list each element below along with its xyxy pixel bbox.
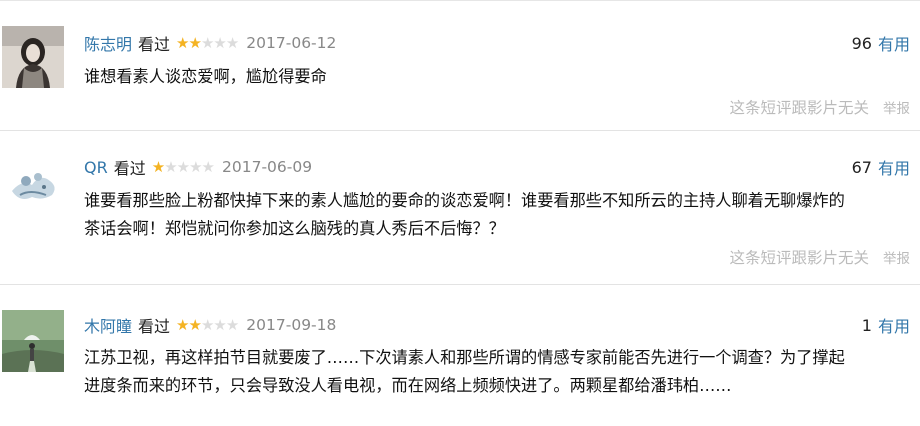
useful-votes: 96 有用 bbox=[852, 31, 910, 55]
avatar-image bbox=[2, 310, 64, 372]
comment-text: 谁要看那些脸上粉都快掉下来的素人尴尬的要命的谈恋爱啊！谁要看那些不知所云的主持人… bbox=[84, 187, 914, 243]
username-link[interactable]: 陈志明 bbox=[84, 31, 132, 55]
username-link[interactable]: QR bbox=[84, 158, 108, 177]
useful-count: 67 bbox=[851, 157, 872, 177]
useful-button[interactable]: 有用 bbox=[878, 313, 910, 337]
star-icon: ★ bbox=[176, 33, 189, 52]
star-icon: ★ bbox=[213, 33, 226, 52]
useful-votes: 1 有用 bbox=[862, 313, 910, 337]
useful-button[interactable]: 有用 bbox=[878, 31, 910, 55]
top-divider bbox=[0, 0, 920, 1]
useful-count: 96 bbox=[851, 33, 872, 53]
star-icon: ★ bbox=[189, 157, 202, 176]
comment-meta: QR 看过 ★ ★ ★ ★ ★ 2017-06-09 bbox=[84, 155, 312, 179]
watched-label: 看过 bbox=[113, 159, 146, 178]
star-icon: ★ bbox=[201, 157, 215, 176]
star-icon: ★ bbox=[151, 157, 165, 176]
comment-line: 谁要看那些脸上粉都快掉下来的素人尴尬的要命的谈恋爱啊！谁要看那些不知所云的主持人… bbox=[84, 191, 845, 210]
comment-line: 江苏卫视，再这样拍节目就要废了……下次请素人和那些所谓的情感专家前能否先进行一个… bbox=[84, 348, 845, 367]
rating-stars: ★ ★ ★ ★ ★ bbox=[176, 315, 239, 334]
comment-meta: 陈志明 看过 ★ ★ ★ ★ ★ 2017-06-12 bbox=[84, 31, 336, 55]
comment-divider bbox=[0, 284, 920, 285]
comment-text: 江苏卫视，再这样拍节目就要废了……下次请素人和那些所谓的情感专家前能否先进行一个… bbox=[84, 344, 914, 400]
star-icon: ★ bbox=[164, 157, 177, 176]
comment-actions: 这条短评跟影片无关 举报 bbox=[729, 246, 910, 268]
comment-actions: 这条短评跟影片无关 举报 bbox=[729, 96, 910, 118]
useful-button[interactable]: 有用 bbox=[878, 155, 910, 179]
star-icon: ★ bbox=[176, 315, 189, 334]
star-icon: ★ bbox=[188, 315, 201, 334]
avatar-image bbox=[2, 151, 64, 213]
avatar[interactable] bbox=[2, 151, 64, 213]
rating-stars: ★ ★ ★ ★ ★ bbox=[176, 33, 239, 52]
irrelevant-link[interactable]: 这条短评跟影片无关 bbox=[729, 246, 869, 268]
comment-line: 茶话会啊！郑恺就问你参加这么脑残的真人秀后不后悔？？ bbox=[84, 219, 505, 238]
star-icon: ★ bbox=[213, 315, 226, 334]
comment-meta: 木阿瞳 看过 ★ ★ ★ ★ ★ 2017-09-18 bbox=[84, 313, 336, 337]
useful-votes: 67 有用 bbox=[852, 155, 910, 179]
avatar[interactable] bbox=[2, 26, 64, 88]
star-icon: ★ bbox=[188, 33, 201, 52]
rating-stars: ★ ★ ★ ★ ★ bbox=[151, 157, 215, 176]
irrelevant-link[interactable]: 这条短评跟影片无关 bbox=[729, 96, 869, 118]
star-icon: ★ bbox=[225, 33, 239, 52]
star-icon: ★ bbox=[225, 315, 239, 334]
useful-count: 1 bbox=[861, 315, 872, 335]
avatar[interactable] bbox=[2, 310, 64, 372]
report-link[interactable]: 举报 bbox=[883, 97, 910, 117]
watched-label: 看过 bbox=[138, 35, 171, 54]
star-icon: ★ bbox=[200, 315, 214, 334]
watched-label: 看过 bbox=[138, 317, 171, 336]
comment-date: 2017-06-12 bbox=[246, 34, 337, 52]
comment-divider bbox=[0, 130, 920, 131]
comment-date: 2017-09-18 bbox=[246, 316, 337, 334]
star-icon: ★ bbox=[200, 33, 214, 52]
comment-line: 谁想看素人谈恋爱啊，尴尬得要命 bbox=[84, 67, 327, 86]
report-link[interactable]: 举报 bbox=[883, 247, 910, 267]
comment-text: 谁想看素人谈恋爱啊，尴尬得要命 bbox=[84, 63, 914, 91]
username-link[interactable]: 木阿瞳 bbox=[84, 313, 132, 337]
comment-date: 2017-06-09 bbox=[222, 158, 313, 176]
avatar-image bbox=[2, 26, 64, 88]
comment-line: 进度条而来的环节，只会导致没人看电视，而在网络上频频快进了。两颗星都给潘玮柏…… bbox=[84, 376, 732, 395]
star-icon: ★ bbox=[176, 157, 190, 176]
